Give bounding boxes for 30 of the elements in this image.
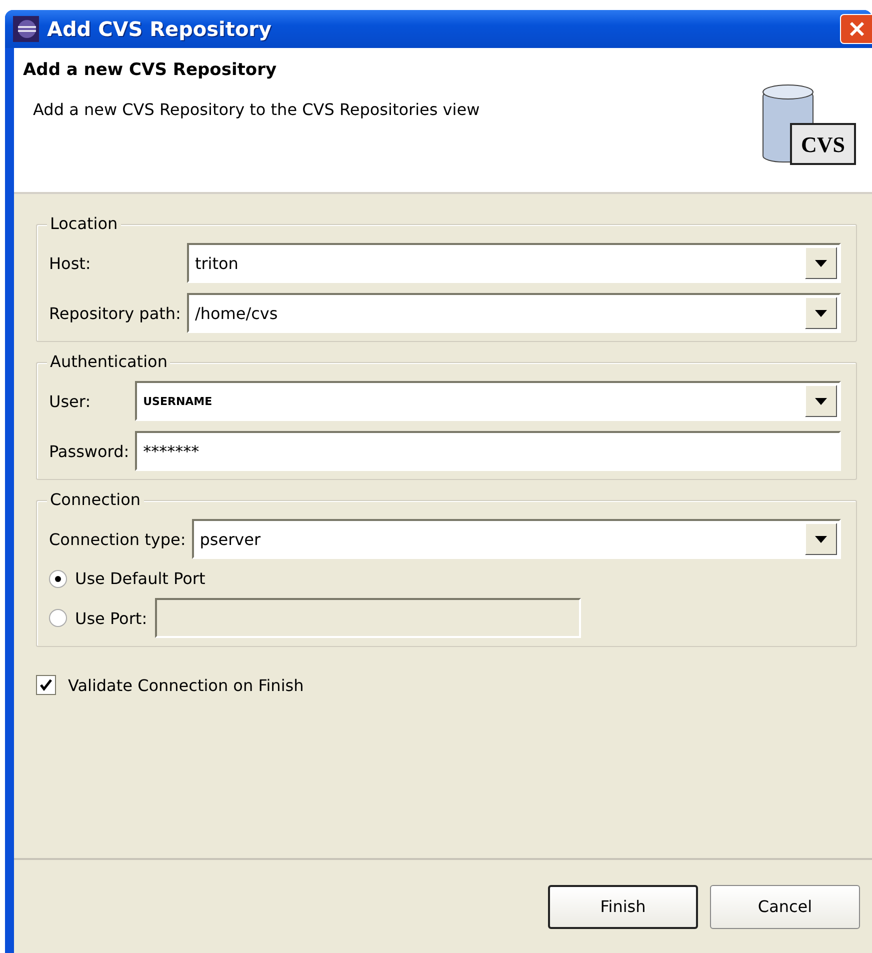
field-label: Repository path: xyxy=(49,304,181,322)
checkbox-label: Validate Connection on Finish xyxy=(68,676,304,694)
password-field[interactable]: ******* xyxy=(135,431,841,471)
dropdown-button[interactable] xyxy=(805,247,837,279)
dropdown-button[interactable] xyxy=(805,385,837,417)
radio-label: Use Default Port xyxy=(75,569,206,588)
caret-down-icon xyxy=(815,536,827,542)
close-icon xyxy=(848,20,866,38)
combo-box[interactable]: USERNAME xyxy=(135,381,841,421)
cancel-button[interactable]: Cancel xyxy=(710,884,860,928)
dropdown-button[interactable] xyxy=(805,297,837,329)
field-label: Password: xyxy=(49,442,130,460)
caret-down-icon xyxy=(815,398,827,404)
combo-box[interactable]: triton xyxy=(186,243,841,283)
window-title: Add CVS Repository xyxy=(47,17,273,41)
finish-button[interactable]: Finish xyxy=(548,884,698,928)
combo-box[interactable]: pserver xyxy=(192,519,841,559)
radio-button[interactable] xyxy=(49,570,67,588)
radio-label: Use Port: xyxy=(75,608,148,628)
caret-down-icon xyxy=(815,260,827,266)
checkbox[interactable] xyxy=(36,675,56,695)
page-title: Add a new CVS Repository xyxy=(23,60,278,80)
page-description: Add a new CVS Repository to the CVS Repositories view xyxy=(32,100,481,119)
combo-box[interactable]: /home/cvs xyxy=(186,293,841,333)
field-label: Host: xyxy=(49,254,92,272)
dropdown-button[interactable] xyxy=(805,523,837,555)
caret-down-icon xyxy=(815,310,827,316)
field-label: User: xyxy=(49,392,92,410)
field-label: Connection type: xyxy=(49,530,186,548)
close-button[interactable] xyxy=(840,14,872,44)
